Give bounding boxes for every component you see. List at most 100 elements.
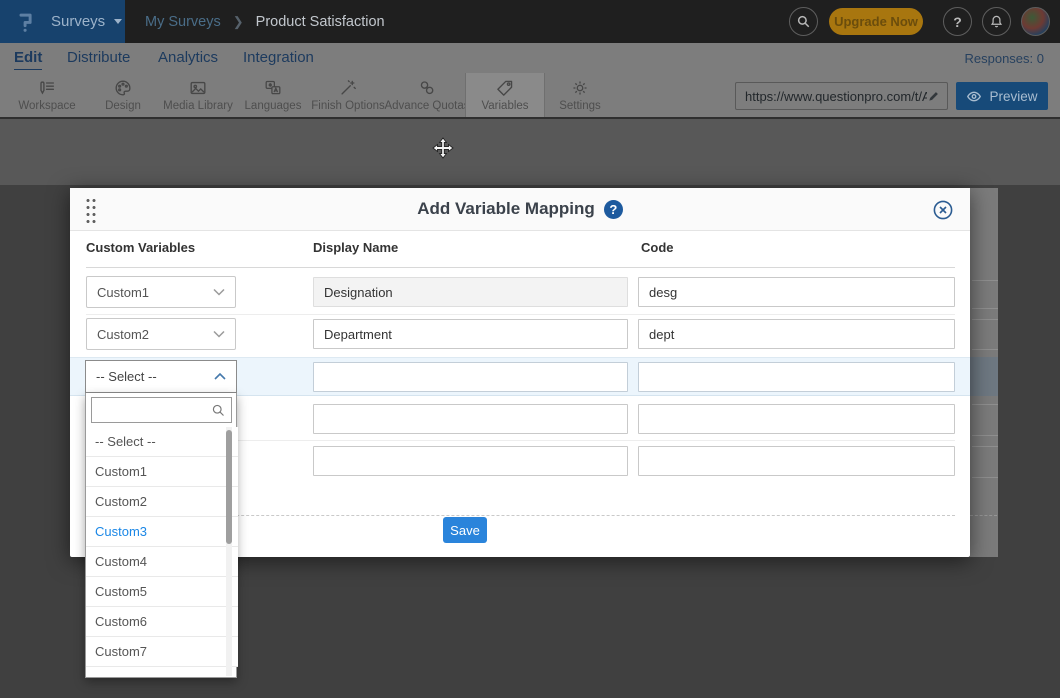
design-icon xyxy=(113,78,133,98)
tab-edit[interactable]: Edit xyxy=(14,49,42,70)
close-icon xyxy=(933,200,953,220)
tab-analytics[interactable]: Analytics xyxy=(158,49,218,66)
code-input-row3[interactable] xyxy=(638,362,955,392)
toolbar-item-label: Advance Quotas xyxy=(384,100,469,112)
breadcrumb-parent-link[interactable]: My Surveys xyxy=(145,14,221,30)
questionpro-logo-icon xyxy=(15,9,37,35)
dropdown-option[interactable]: Custom4 xyxy=(86,547,238,577)
display-name-input-row3[interactable] xyxy=(313,362,628,392)
edit-toolbar: Workspace Design Media Library Languages xyxy=(0,73,1060,119)
toolbar-item-variables[interactable]: Variables xyxy=(465,73,545,117)
column-header-rule xyxy=(86,267,955,268)
variables-icon xyxy=(495,78,515,98)
display-name-input-row2[interactable] xyxy=(313,319,628,349)
page-heading-strip: System Variable Mapping ? + Bulk Add + A… xyxy=(0,119,1060,185)
dropdown-option[interactable]: Custom6 xyxy=(86,607,238,637)
survey-url-field xyxy=(735,82,948,110)
search-button[interactable] xyxy=(789,7,818,36)
toolbar-item-media-library[interactable]: Media Library xyxy=(158,73,238,117)
toolbar-item-finish-options[interactable]: Finish Options xyxy=(308,73,388,117)
eye-icon xyxy=(966,90,982,103)
dropdown-search-input[interactable] xyxy=(97,403,211,417)
breadcrumb: My Surveys ❯ Product Satisfaction xyxy=(125,0,385,43)
search-icon xyxy=(211,403,226,418)
upgrade-now-button[interactable]: Upgrade Now xyxy=(829,8,923,35)
workspace-icon xyxy=(37,78,57,98)
toolbar-item-design[interactable]: Design xyxy=(83,73,163,117)
column-header-code: Code xyxy=(641,240,674,255)
user-avatar[interactable] xyxy=(1021,7,1050,36)
dropdown-scrollbar[interactable] xyxy=(226,427,232,676)
toolbar-item-workspace[interactable]: Workspace xyxy=(7,73,87,117)
help-button[interactable]: ? xyxy=(943,7,972,36)
top-navbar: Surveys My Surveys ❯ Product Satisfactio… xyxy=(0,0,1060,43)
display-name-input-row1[interactable] xyxy=(313,277,628,307)
display-name-input-row4[interactable] xyxy=(313,404,628,434)
dropdown-option[interactable]: Custom7 xyxy=(86,637,238,667)
survey-tabs: Edit Distribute Analytics Integration Re… xyxy=(0,43,1060,73)
product-menu-label: Surveys xyxy=(51,13,105,30)
chevron-down-icon xyxy=(114,19,122,24)
preview-button[interactable]: Preview xyxy=(956,82,1048,110)
column-header-custom-variables: Custom Variables xyxy=(86,240,195,255)
toolbar-item-label: Variables xyxy=(481,100,528,112)
tab-integration[interactable]: Integration xyxy=(243,49,314,66)
dimmed-page-content xyxy=(970,188,998,557)
code-input-row4[interactable] xyxy=(638,404,955,434)
notifications-button[interactable] xyxy=(982,7,1011,36)
help-icon: ? xyxy=(953,14,962,30)
variable-select-row3-open[interactable]: -- Select -- xyxy=(85,360,237,393)
product-menu[interactable]: Surveys xyxy=(0,0,125,43)
advance-quotas-icon xyxy=(417,78,437,98)
chevron-up-icon xyxy=(214,372,226,381)
modal-title: Add Variable Mapping xyxy=(417,199,595,219)
variable-dropdown-panel: -- Select -- Custom1 Custom2 Custom3 Cus… xyxy=(85,393,237,678)
toolbar-item-label: Finish Options xyxy=(311,100,385,112)
toolbar-item-languages[interactable]: Languages xyxy=(233,73,313,117)
row-divider xyxy=(86,314,955,315)
drag-handle-icon[interactable] xyxy=(85,197,96,223)
chevron-down-icon xyxy=(213,288,225,296)
code-input-row5[interactable] xyxy=(638,446,955,476)
toolbar-item-label: Languages xyxy=(245,100,302,112)
code-input-row2[interactable] xyxy=(638,319,955,349)
app-window: Surveys My Surveys ❯ Product Satisfactio… xyxy=(0,0,1060,698)
preview-label: Preview xyxy=(989,89,1037,104)
bell-icon xyxy=(989,14,1004,29)
responses-count: Responses: 0 xyxy=(965,51,1045,66)
variable-select-row1[interactable]: Custom1 xyxy=(86,276,236,308)
modal-help-icon[interactable]: ? xyxy=(604,200,623,219)
dropdown-option[interactable]: -- Select -- xyxy=(86,427,238,457)
display-name-input-row5[interactable] xyxy=(313,446,628,476)
dropdown-option-highlighted[interactable]: Custom3 xyxy=(86,517,238,547)
dropdown-scrollbar-thumb[interactable] xyxy=(226,430,232,544)
toolbar-item-advance-quotas[interactable]: Advance Quotas xyxy=(387,73,467,117)
edit-url-icon[interactable] xyxy=(927,89,941,103)
breadcrumb-separator-icon: ❯ xyxy=(233,14,244,30)
variable-select-row2[interactable]: Custom2 xyxy=(86,318,236,350)
modal-close-button[interactable] xyxy=(933,200,953,220)
dropdown-option-list: -- Select -- Custom1 Custom2 Custom3 Cus… xyxy=(86,427,238,678)
breadcrumb-current: Product Satisfaction xyxy=(256,14,385,30)
toolbar-item-settings[interactable]: Settings xyxy=(540,73,620,117)
dropdown-option[interactable]: Custom5 xyxy=(86,577,238,607)
settings-icon xyxy=(570,78,590,98)
languages-icon xyxy=(263,78,283,98)
dropdown-option[interactable]: Custom1 xyxy=(86,457,238,487)
tab-distribute[interactable]: Distribute xyxy=(67,49,130,66)
column-header-display-name: Display Name xyxy=(313,240,398,255)
dropdown-search-field xyxy=(91,397,232,423)
code-input-row1[interactable] xyxy=(638,277,955,307)
toolbar-item-label: Media Library xyxy=(163,100,233,112)
media-library-icon xyxy=(188,78,208,98)
variable-select-value: -- Select -- xyxy=(96,369,157,384)
modal-header: Add Variable Mapping ? xyxy=(70,188,970,231)
dropdown-option[interactable]: Custom2 xyxy=(86,487,238,517)
survey-url-input[interactable] xyxy=(745,89,927,104)
save-button[interactable]: Save xyxy=(443,517,487,543)
variable-select-value: Custom2 xyxy=(97,327,149,342)
toolbar-item-label: Settings xyxy=(559,100,601,112)
chevron-down-icon xyxy=(213,330,225,338)
toolbar-item-label: Design xyxy=(105,100,141,112)
mouse-cursor xyxy=(432,137,454,159)
